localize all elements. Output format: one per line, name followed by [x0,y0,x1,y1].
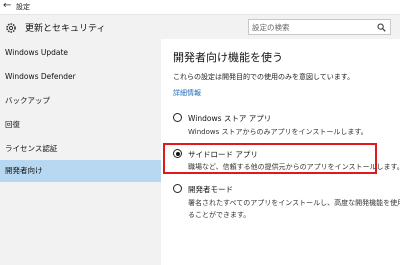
highlight-box [163,143,377,174]
gear-icon [6,23,16,33]
sidebar-item-recovery[interactable]: 回復 [0,115,161,134]
details-link[interactable]: 詳細情報 [173,88,201,98]
content-title: 開発者向け機能を使う [173,51,283,64]
search-box[interactable] [248,19,391,35]
option-description-windows-store-apps: Windows ストアからのみアプリをインストールします。 [188,128,368,136]
sidebar-item-windows-update[interactable]: Windows Update [0,43,161,62]
sidebar-item-activation[interactable]: ライセンス認証 [0,139,161,158]
search-input[interactable] [252,21,370,33]
back-arrow-icon[interactable]: ← [3,1,13,11]
option-label-windows-store-apps[interactable]: Windows ストア アプリ [188,113,271,124]
content-description: これらの設定は開発目的での使用のみを意図しています。 [173,73,355,81]
option-label-developer-mode[interactable]: 開発者モード [188,184,233,195]
window-title: 設定 [16,3,30,11]
sidebar-item-windows-defender[interactable]: Windows Defender [0,67,161,86]
sidebar-item-for-developers[interactable]: 開発者向け [0,160,161,182]
option-description-developer-mode-line2: ることができます。 [188,211,251,219]
sidebar-item-backup[interactable]: バックアップ [0,91,161,110]
radio-windows-store-apps[interactable] [173,113,182,122]
option-description-developer-mode-line1: 署名されたすべてのアプリをインストールし、高度な開発機能を使用す [188,199,400,207]
sidebar: Windows Update Windows Defender バックアップ 回… [0,39,161,265]
page-title: 更新とセキュリティ [25,24,106,34]
radio-developer-mode[interactable] [173,184,182,193]
title-bar: ← 設定 [0,0,400,15]
search-icon[interactable] [377,23,386,32]
